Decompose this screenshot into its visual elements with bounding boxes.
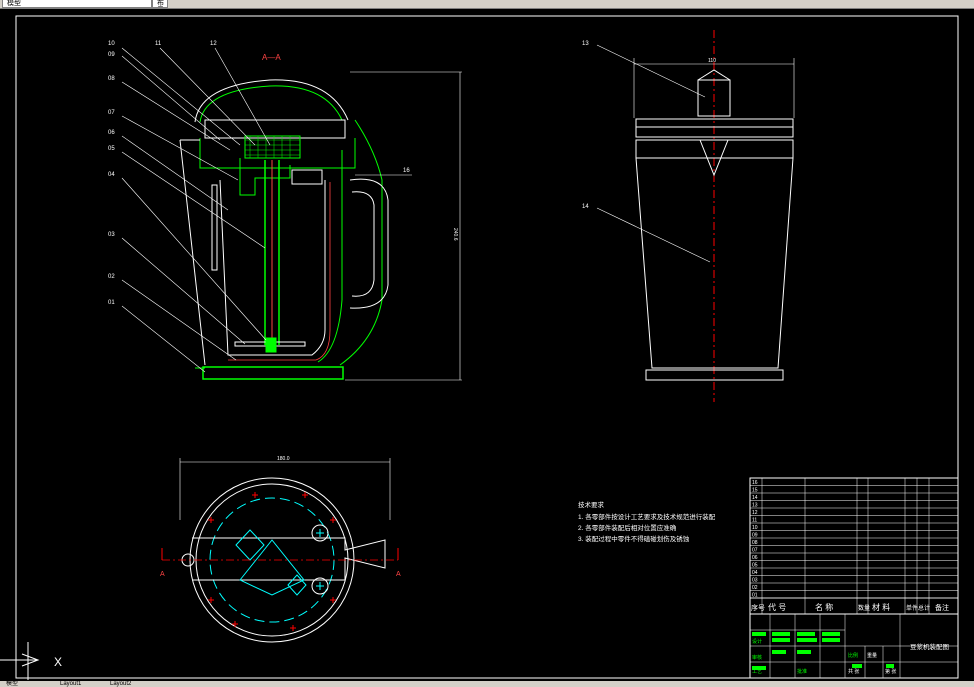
- bom-row-seq: 08: [752, 540, 758, 546]
- body-left-outer: [179, 139, 206, 366]
- top-center-marks: [208, 492, 336, 631]
- layout-tab-model[interactable]: 模型: [6, 681, 18, 687]
- head-housing: [199, 138, 356, 169]
- bom-row-seq: 15: [752, 488, 758, 494]
- tech-requirements: 技术要求 1. 各零部件按设计工艺要求及技术规范进行装配 2. 各零部件装配后相…: [578, 500, 716, 543]
- callout-11: 11: [155, 41, 162, 47]
- dim-top-width: 180.0: [277, 456, 290, 462]
- motor-block: [244, 135, 301, 159]
- bom-frame: [749, 477, 959, 615]
- bom-header-qty: 数量: [858, 604, 870, 612]
- callout-12: 12: [210, 41, 217, 47]
- callout-16: 16: [403, 168, 410, 174]
- bom-row-seq: 04: [752, 570, 758, 576]
- lid-dome-inner: [199, 85, 343, 123]
- bom-columns: [761, 478, 930, 614]
- dim-height-text: 240.6: [452, 228, 458, 241]
- bom-header-total: 总计: [918, 604, 930, 612]
- blade-hub: [265, 337, 277, 353]
- callout-14: 14: [582, 204, 589, 210]
- motor-hatch: [245, 136, 300, 158]
- bom-row-seq: 06: [752, 555, 758, 561]
- ucs-x-label: X: [54, 655, 62, 669]
- top-diamond: [239, 539, 305, 596]
- title-role-review: 审核: [752, 654, 762, 661]
- cut-label-left: A: [160, 571, 165, 578]
- callout-04: 04: [108, 172, 115, 178]
- bom-row-seq: 07: [752, 548, 758, 554]
- document-tab[interactable]: 模型: [2, 0, 152, 8]
- callout-03: 03: [108, 232, 115, 238]
- title-role-design: 设计: [752, 638, 762, 645]
- bom-row-seq: 02: [752, 585, 758, 591]
- bom-table: 16151413121110090807060504030201 序号 代 号 …: [749, 477, 959, 615]
- callout-06: 06: [108, 130, 115, 136]
- bom-row-seq: 13: [752, 503, 758, 509]
- title-block-name: 豆浆机装配图: [910, 642, 949, 651]
- seal-part: [291, 169, 323, 185]
- drawing-canvas[interactable]: A—A 240.6 10 09 08 07 06 05 04 03 02 01 …: [0, 9, 974, 680]
- tech-item-3: 3. 装配过程中零件不得磕碰划伤及锈蚀: [578, 534, 690, 543]
- base: [202, 366, 344, 380]
- callout-09: 09: [108, 52, 115, 58]
- bom-row-seq: 12: [752, 510, 758, 516]
- lid-plate: [204, 119, 346, 139]
- callout-01: 01: [108, 300, 115, 306]
- title-small-sheets: 共 张: [848, 668, 859, 675]
- callout-10: 10: [108, 41, 115, 47]
- top-view: 180.0 A A: [160, 456, 401, 643]
- bom-header-note: 备注: [935, 603, 949, 612]
- bom-row-seq: 05: [752, 563, 758, 569]
- callout-02: 02: [108, 274, 115, 280]
- layout-tab-bar: 模型 Layout1 Layout2: [0, 681, 974, 687]
- bom-row-seq: 14: [752, 495, 758, 501]
- sheet-border: [15, 15, 959, 679]
- leader-lines: [121, 47, 412, 373]
- top-handle-band: [192, 537, 386, 581]
- bom-header-seq: 序号: [751, 603, 765, 612]
- section-label: A—A: [262, 53, 281, 62]
- callout-08: 08: [108, 76, 115, 82]
- bom-row-seq: 16: [752, 480, 758, 486]
- bom-header-name: 名 称: [815, 602, 833, 612]
- callout-07: 07: [108, 110, 115, 116]
- tech-item-2: 2. 各零部件装配后相对位置应准确: [578, 523, 677, 532]
- bom-row-seq: 09: [752, 533, 758, 539]
- pin-view: 110 13 14: [582, 30, 795, 402]
- body-right-outer: [339, 119, 383, 366]
- title-role-approve: 批准: [797, 668, 807, 675]
- dim-pin-width: 110: [708, 58, 716, 64]
- title-small-weight: 重量: [867, 652, 877, 659]
- bom-header-code: 代 号: [768, 602, 786, 612]
- title-block: 豆浆机装配图 比例 重量 共 张 第 张 设计 审核 工艺 批准: [749, 613, 959, 679]
- bom-row-seq: 10: [752, 525, 758, 531]
- ucs-icon: [0, 642, 40, 680]
- title-small-scale: 比例: [848, 652, 858, 659]
- tech-title: 技术要求: [578, 500, 605, 509]
- handle-inner: [351, 191, 375, 297]
- callout-05: 05: [108, 146, 115, 152]
- document-tab-small[interactable]: 布局1: [152, 0, 168, 8]
- callout-13: 13: [582, 41, 589, 47]
- tech-item-1: 1. 各零部件按设计工艺要求及技术规范进行装配: [578, 512, 716, 521]
- title-small-sheet-no: 第 张: [885, 668, 896, 675]
- bom-header-material: 材 料: [872, 602, 890, 612]
- layout-tab-2[interactable]: Layout2: [110, 681, 131, 687]
- bom-header-unit: 单件: [906, 604, 918, 612]
- cut-label-right: A: [396, 571, 401, 578]
- level-window: [211, 184, 218, 271]
- bom-row-seq: 03: [752, 578, 758, 584]
- bom-row-seq: 11: [752, 518, 757, 524]
- document-tab-bar: 模型 布局1: [0, 0, 974, 9]
- section-view: A—A 240.6 10 09 08 07 06 05 04 03 02 01 …: [108, 41, 462, 381]
- layout-tab-1[interactable]: Layout1: [60, 681, 81, 687]
